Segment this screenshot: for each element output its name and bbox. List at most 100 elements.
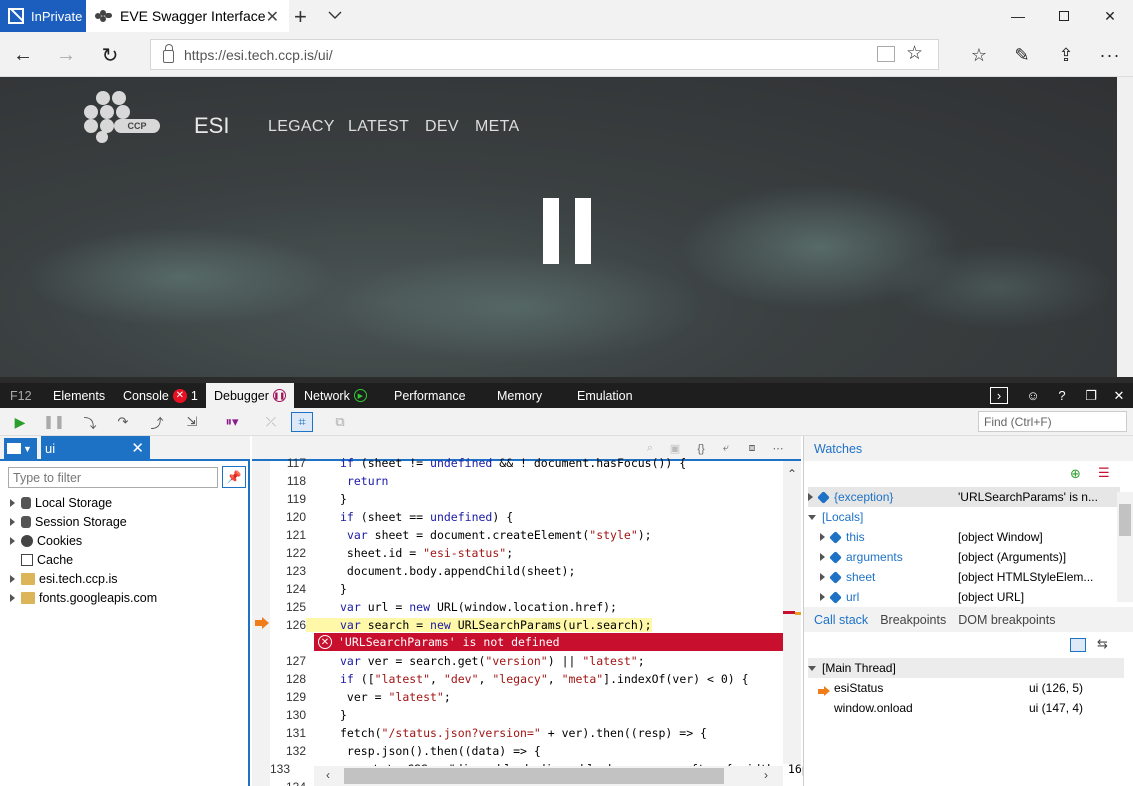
code-line[interactable]: 132 resp.json().then((data) => { bbox=[270, 742, 783, 760]
pin-icon[interactable]: 📌 bbox=[222, 466, 246, 488]
tab-breakpoints[interactable]: Breakpoints bbox=[880, 613, 946, 627]
code-line[interactable]: 131 fetch("/status.json?version=" + ver).… bbox=[270, 724, 783, 742]
line-number[interactable]: 120 bbox=[270, 510, 306, 524]
site-brand[interactable]: ESI bbox=[194, 113, 229, 139]
collapse-icon[interactable] bbox=[808, 665, 816, 671]
refresh-icon[interactable]: ↻ bbox=[95, 40, 125, 70]
code-line[interactable]: 119} bbox=[270, 490, 783, 508]
watches-title[interactable]: Watches bbox=[814, 442, 862, 456]
watch-row-arguments[interactable]: arguments [object (Arguments)] bbox=[808, 547, 1120, 567]
async-frames-icon[interactable]: ⇆ bbox=[1097, 636, 1108, 652]
find-field[interactable]: Find (Ctrl+F) bbox=[978, 411, 1127, 432]
code-line[interactable]: 128 if (["latest", "dev", "legacy", "meta… bbox=[270, 670, 783, 688]
close-tab-icon[interactable]: ✕ bbox=[266, 7, 279, 27]
line-number[interactable]: 132 bbox=[270, 744, 306, 758]
scroll-right-icon[interactable]: › bbox=[764, 768, 768, 782]
tree-item-session-storage[interactable]: Session Storage bbox=[10, 512, 127, 531]
tree-item-esi-domain[interactable]: esi.tech.ccp.is bbox=[10, 569, 118, 588]
more-icon[interactable]: ··· bbox=[1097, 42, 1123, 68]
line-number[interactable]: 125 bbox=[270, 600, 306, 614]
just-my-code-icon[interactable]: ⌗ bbox=[291, 412, 313, 432]
watch-row-locals[interactable]: [Locals] bbox=[808, 507, 1120, 527]
line-number[interactable]: 118 bbox=[270, 474, 306, 488]
page-scrollbar[interactable] bbox=[1117, 77, 1133, 377]
nav-dev[interactable]: DEV bbox=[425, 118, 459, 136]
break-icon[interactable]: ❚❚ bbox=[43, 412, 65, 432]
line-number[interactable]: 124 bbox=[270, 582, 306, 596]
code-line[interactable]: 124} bbox=[270, 580, 783, 598]
code-line[interactable]: 121 var sheet = document.createElement("… bbox=[270, 526, 783, 544]
minimize-icon[interactable]: — bbox=[995, 0, 1041, 32]
line-number[interactable]: 128 bbox=[270, 672, 306, 686]
line-number[interactable]: 123 bbox=[270, 564, 306, 578]
help-icon[interactable]: ? bbox=[1053, 387, 1071, 404]
open-file-tab[interactable]: ui ✕ bbox=[41, 436, 150, 461]
maximize-icon[interactable] bbox=[1041, 0, 1087, 32]
code-line[interactable]: 127 var ver = search.get("version") || "l… bbox=[270, 652, 783, 670]
callstack-frame[interactable]: esiStatus ui (126, 5) bbox=[814, 678, 1124, 698]
code-horizontal-scrollbar[interactable]: ‹ › bbox=[314, 766, 783, 786]
line-number[interactable]: 122 bbox=[270, 546, 306, 560]
code-line[interactable]: 117 if (sheet != undefined && ! document.… bbox=[270, 454, 783, 472]
tree-item-cache[interactable]: Cache bbox=[10, 550, 73, 569]
line-number[interactable]: 134 bbox=[270, 780, 306, 786]
show-frames-icon[interactable] bbox=[1070, 638, 1086, 652]
code-line[interactable]: 125 var url = new URL(window.location.hre… bbox=[270, 598, 783, 616]
scrollbar-thumb[interactable] bbox=[1119, 504, 1131, 536]
line-number[interactable]: 117 bbox=[270, 456, 306, 470]
code-line[interactable]: 120 if (sheet == undefined) { bbox=[270, 508, 783, 526]
url-field[interactable]: https://esi.tech.ccp.is/ui/ ☆ bbox=[150, 39, 939, 70]
line-number[interactable]: 126 bbox=[270, 618, 306, 632]
tab-emulation[interactable]: Emulation bbox=[577, 383, 633, 408]
line-number[interactable]: 129 bbox=[270, 690, 306, 704]
scroll-left-icon[interactable]: ‹ bbox=[326, 768, 330, 782]
line-number[interactable]: 127 bbox=[270, 654, 306, 668]
nav-meta[interactable]: META bbox=[475, 118, 519, 136]
break-on-new-worker-icon[interactable]: ⧉ bbox=[329, 412, 351, 432]
exception-behavior-icon[interactable]: ⏸▾ bbox=[218, 412, 246, 432]
scrollbar-thumb[interactable] bbox=[344, 768, 724, 784]
share-icon[interactable]: ⇪ bbox=[1053, 42, 1079, 68]
code-line[interactable]: 123 document.body.appendChild(sheet); bbox=[270, 562, 783, 580]
step-out-icon[interactable]: ⤴ bbox=[146, 412, 168, 432]
expand-icon[interactable] bbox=[820, 593, 825, 601]
watch-row-exception[interactable]: {exception} 'URLSearchParams' is n... bbox=[808, 487, 1120, 507]
code-line[interactable]: 129 ver = "latest"; bbox=[270, 688, 783, 706]
code-line[interactable]: 122 sheet.id = "esi-status"; bbox=[270, 544, 783, 562]
back-icon[interactable]: ← bbox=[8, 40, 38, 70]
expand-icon[interactable] bbox=[10, 593, 15, 602]
line-number[interactable]: 133 bbox=[270, 762, 290, 776]
favorites-hub-icon[interactable]: ☆ bbox=[966, 42, 992, 68]
console-prompt-icon[interactable]: › bbox=[990, 387, 1008, 404]
expand-icon[interactable] bbox=[808, 493, 813, 501]
callstack-thread[interactable]: [Main Thread] bbox=[808, 658, 1124, 678]
ccp-logo[interactable]: CCP bbox=[82, 91, 162, 143]
expand-icon[interactable] bbox=[10, 517, 15, 526]
code-line[interactable]: 130} bbox=[270, 706, 783, 724]
tab-console[interactable]: Console ✕ 1 bbox=[123, 383, 198, 408]
code-vertical-scrollbar[interactable]: ⌃ bbox=[783, 461, 801, 764]
tab-debugger[interactable]: Debugger ❚❚ bbox=[206, 383, 294, 408]
tab-memory[interactable]: Memory bbox=[497, 383, 542, 408]
tab-elements[interactable]: Elements bbox=[53, 383, 105, 408]
collapse-icon[interactable] bbox=[808, 514, 816, 520]
tab-call-stack[interactable]: Call stack bbox=[814, 613, 868, 627]
close-devtools-icon[interactable]: ✕ bbox=[1110, 387, 1128, 404]
close-file-tab-icon[interactable]: ✕ bbox=[131, 439, 144, 457]
forward-icon[interactable]: → bbox=[51, 40, 81, 70]
step-into-icon[interactable]: ⤵ bbox=[79, 412, 101, 432]
line-number[interactable]: 130 bbox=[270, 708, 306, 722]
expand-icon[interactable] bbox=[820, 533, 825, 541]
expand-icon[interactable] bbox=[10, 498, 15, 507]
step-to-next-frame-icon[interactable]: ⇲ bbox=[181, 412, 203, 432]
filter-input[interactable]: Type to filter bbox=[8, 467, 218, 488]
pen-icon[interactable]: ✎ bbox=[1009, 42, 1035, 68]
disable-breakpoints-icon[interactable]: ⤫ bbox=[260, 412, 282, 432]
callstack-frame[interactable]: window.onload ui (147, 4) bbox=[814, 698, 1124, 718]
delete-all-watches-icon[interactable]: ☰ bbox=[1098, 465, 1110, 481]
expand-icon[interactable] bbox=[10, 574, 15, 583]
close-window-icon[interactable]: ✕ bbox=[1087, 0, 1133, 32]
add-watch-icon[interactable]: ⊕ bbox=[1070, 466, 1081, 482]
tab-network[interactable]: Network ▶ bbox=[304, 383, 367, 408]
expand-icon[interactable] bbox=[10, 536, 15, 545]
